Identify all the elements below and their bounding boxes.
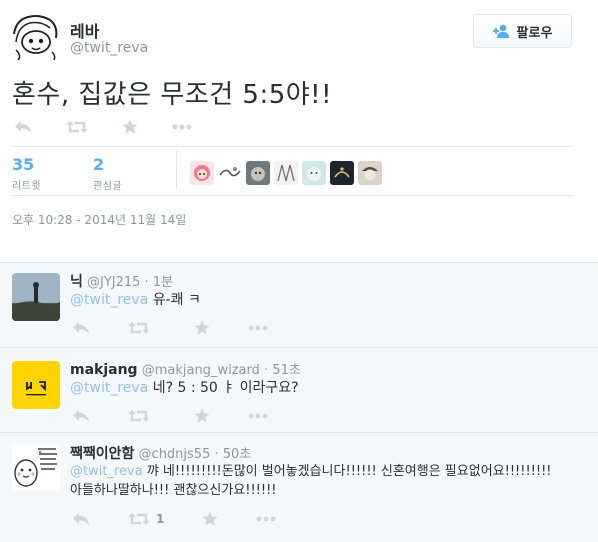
favorite-button[interactable] (194, 320, 210, 335)
retweet-button[interactable] (66, 120, 88, 134)
reply-header: makjang @makjang_wizard · 51초 (70, 359, 301, 378)
retweet-button[interactable] (128, 321, 156, 335)
more-button[interactable] (172, 124, 192, 130)
retweet-icon (128, 321, 150, 334)
retweeter-avatar[interactable] (302, 161, 326, 185)
retweet-icon (128, 409, 150, 422)
reply-item[interactable]: makjang @makjang_wizard · 51초 @twit_reva… (0, 348, 598, 433)
reply-time-separator: · (144, 275, 149, 290)
reply-text-line2: 아들하나딸하나!!! 괜찮으신가요!!!!!! (70, 483, 277, 498)
retweet-button[interactable] (128, 409, 156, 423)
reply-header: 닉 @JYJ215 · 1분 (70, 271, 173, 291)
reply-avatar[interactable] (12, 443, 60, 491)
reply-mention[interactable]: @twit_reva (70, 292, 148, 308)
more-button[interactable] (256, 516, 276, 522)
divider-top (12, 146, 572, 147)
retweet-count: 1 (156, 511, 165, 526)
retweet-button[interactable]: 1 (128, 512, 164, 526)
reply-time[interactable]: 1분 (153, 275, 173, 290)
retweeter-avatar[interactable] (246, 161, 270, 185)
reply-handle[interactable]: @JYJ215 (87, 275, 140, 290)
reply-button[interactable] (14, 120, 32, 134)
reply-avatar[interactable] (12, 361, 60, 409)
reply-icon (73, 512, 89, 525)
retweet-icon (66, 120, 88, 133)
reply-handle[interactable]: @chdnjs55 (139, 447, 211, 462)
favorite-icon (194, 320, 210, 335)
favorite-button[interactable] (202, 511, 218, 526)
reply-text: @twit_reva 꺄 네!!!!!!!!!돈많이 벌어놓겠습니다!!!!!!… (70, 462, 552, 500)
reply-name[interactable]: makjang (70, 362, 138, 378)
reply-time-separator: · (264, 363, 269, 378)
reply-actions: 1 (72, 511, 276, 526)
reply-header: 짹짹이안함 @chdnjs55 · 50초 (70, 443, 251, 463)
doodle-text-avatar-image (12, 443, 60, 491)
reply-text: @twit_reva 유-쾌 ㅋ (70, 291, 201, 310)
follow-person-icon (492, 24, 509, 38)
doodle-avatar-image (12, 14, 58, 60)
user-name[interactable]: 레바 (70, 18, 99, 42)
reply-icon (73, 321, 89, 334)
reply-button[interactable] (72, 321, 90, 335)
main-tweet: 레바 @twit_reva 팔로우 혼수, 집값은 무조건 5:5야!! 35 … (0, 0, 598, 262)
reply-mention[interactable]: @twit_reva (70, 380, 148, 396)
reply-icon (15, 120, 31, 133)
stat-separator (176, 150, 177, 190)
retweeter-avatar[interactable] (190, 161, 214, 185)
retweet-icon (128, 512, 150, 525)
favorite-icon (202, 511, 218, 526)
more-button[interactable] (248, 325, 268, 331)
reply-text-body: 꺄 네!!!!!!!!!돈많이 벌어놓겠습니다!!!!!! 신혼여행은 필요없어… (142, 464, 552, 479)
favorite-icon (122, 119, 138, 134)
reply-actions (72, 320, 268, 335)
favorites-count: 2 (93, 155, 105, 174)
favorite-button[interactable] (194, 408, 210, 423)
reply-name[interactable]: 짹짹이안함 (70, 446, 134, 462)
tweet-timestamp[interactable]: 오후 10:28 - 2014년 11월 14일 (12, 211, 186, 228)
reply-text: @twit_reva 네? 5 : 50 ㅑ 이라구요? (70, 379, 299, 398)
retweeter-avatar[interactable] (274, 161, 298, 185)
reply-icon (73, 409, 89, 422)
more-icon (248, 325, 268, 330)
retweeter-avatar[interactable] (218, 161, 242, 185)
retweeter-avatar[interactable] (358, 161, 382, 185)
reply-button[interactable] (72, 512, 90, 526)
retweets-count: 35 (12, 155, 35, 174)
tweet-text: 혼수, 집값은 무조건 5:5야!! (12, 80, 333, 110)
reply-mention[interactable]: @twit_reva (70, 464, 143, 479)
reply-text-body: 유-쾌 ㅋ (148, 292, 201, 308)
retweets-stat[interactable]: 35 리트윗 (12, 155, 42, 193)
more-icon (172, 124, 192, 129)
favorites-stat[interactable]: 2 관심글 (93, 155, 123, 193)
reply-actions (72, 408, 268, 423)
reply-time[interactable]: 51초 (272, 363, 301, 378)
landscape-avatar-image (12, 273, 60, 321)
reply-handle[interactable]: @makjang_wizard (142, 363, 260, 378)
follow-button[interactable]: 팔로우 (473, 14, 572, 48)
user-avatar[interactable] (12, 14, 58, 60)
more-icon (256, 516, 276, 521)
more-button[interactable] (248, 413, 268, 419)
favorite-icon (194, 408, 210, 423)
follow-button-label: 팔로우 (516, 25, 553, 41)
user-handle[interactable]: @twit_reva (70, 40, 148, 56)
divider-bottom (12, 195, 572, 196)
reply-avatar[interactable] (12, 273, 60, 321)
main-tweet-actions (14, 119, 192, 134)
retweeter-avatars (190, 161, 382, 185)
retweets-label: 리트윗 (12, 181, 42, 192)
reply-time-separator: · (214, 447, 219, 462)
reply-name[interactable]: 닉 (70, 274, 83, 290)
replies-list: 닉 @JYJ215 · 1분 @twit_reva 유-쾌 ㅋ makjang … (0, 262, 598, 542)
reply-time[interactable]: 50초 (223, 447, 252, 462)
reply-item[interactable]: 짹짹이안함 @chdnjs55 · 50초 @twit_reva 꺄 네!!!!… (0, 433, 598, 542)
favorite-button[interactable] (122, 119, 138, 134)
makjang-logo-avatar-image (12, 361, 60, 409)
reply-button[interactable] (72, 409, 90, 423)
reply-text-body: 네? 5 : 50 ㅑ 이라구요? (148, 380, 299, 396)
retweeter-avatar[interactable] (330, 161, 354, 185)
more-icon (248, 413, 268, 418)
favorites-label: 관심글 (93, 181, 123, 192)
reply-item[interactable]: 닉 @JYJ215 · 1분 @twit_reva 유-쾌 ㅋ (0, 263, 598, 348)
